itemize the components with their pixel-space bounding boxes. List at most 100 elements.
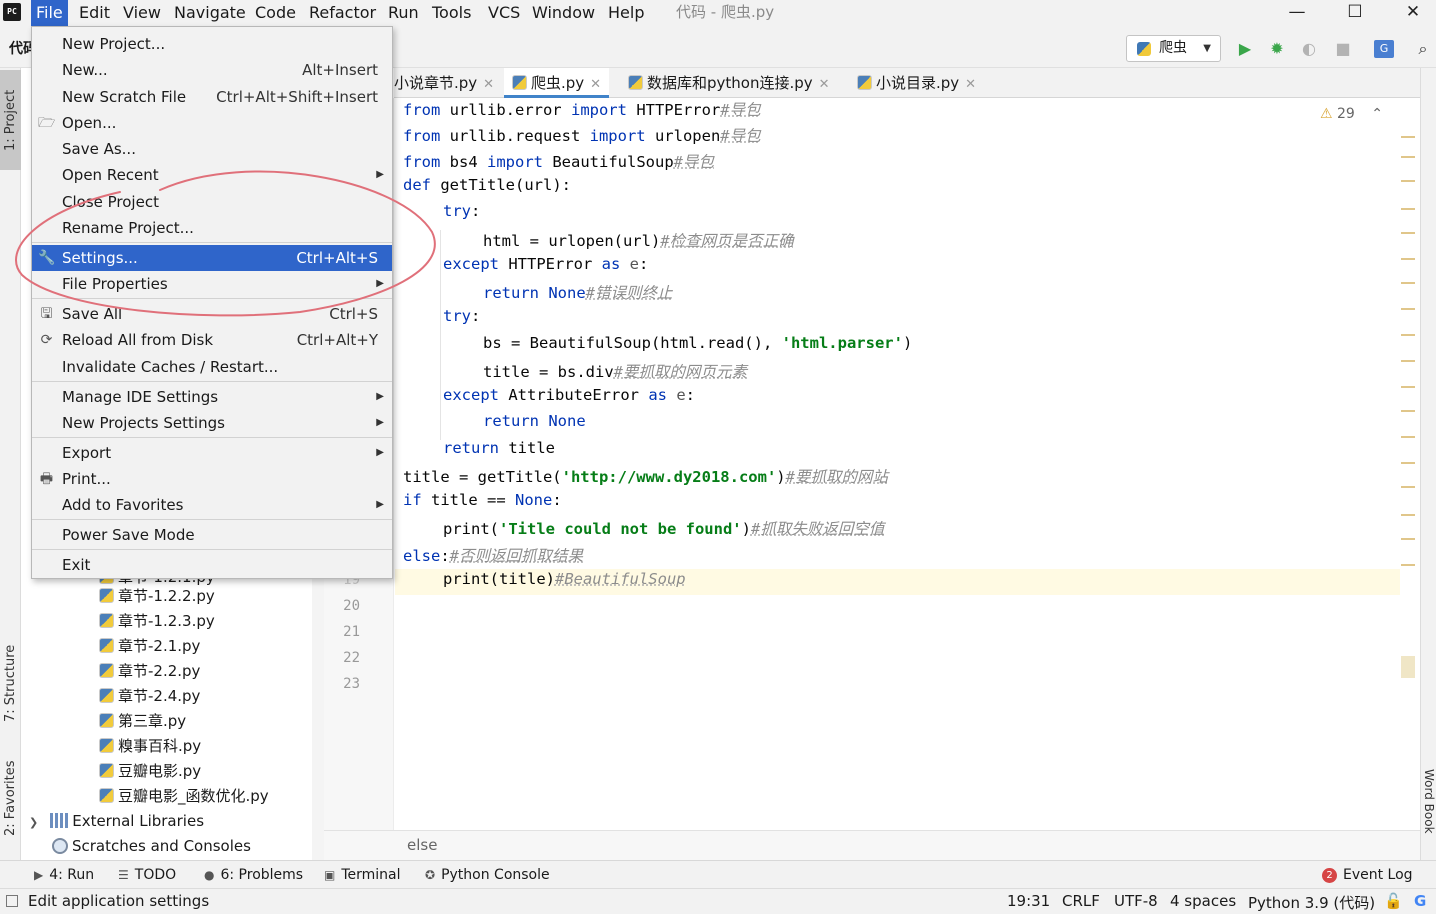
warning-marker[interactable] [1401,334,1415,336]
close-window-button[interactable]: ✕ [1384,0,1436,26]
maximize-button[interactable]: ☐ [1326,0,1384,26]
indent-setting[interactable]: 4 spaces [1170,892,1236,910]
tree-file-row[interactable]: 章节-2.4.py [99,684,200,709]
menu-run[interactable]: Run [383,0,424,26]
todo-tool-button[interactable]: ☰ TODO [118,861,176,889]
google-icon[interactable]: G [1414,892,1426,910]
layout-toggle-icon[interactable] [6,895,18,907]
menu-power-save-mode[interactable]: Power Save Mode [32,522,392,548]
menu-tools[interactable]: Tools [427,0,476,26]
tree-file-row[interactable]: 章节-2.2.py [99,659,200,684]
file-encoding[interactable]: UTF-8 [1114,892,1158,910]
tree-file-row[interactable]: 豆瓣电影_函数优化.py [99,784,269,809]
code-editor[interactable]: from urllib.error import HTTPError#导包 fr… [395,98,1400,830]
menu-vcs[interactable]: VCS [483,0,525,26]
menu-settings[interactable]: 🔧 Settings... Ctrl+Alt+S [32,245,392,271]
minimize-button[interactable]: — [1268,0,1326,26]
menu-print[interactable]: 🖶 Print... [32,466,392,492]
menu-file-properties[interactable]: File Properties ▶ [32,271,392,297]
menu-view[interactable]: View [118,0,166,26]
caret-position[interactable]: 19:31 [1007,892,1050,910]
warning-marker[interactable] [1401,258,1415,260]
terminal-tool-button[interactable]: ▣ Terminal [324,861,401,889]
tree-file-row[interactable]: 章节-2.1.py [99,634,200,659]
editor-tab[interactable]: 数据库和python连接.py ✕ [620,68,838,98]
word-book-tool-tab[interactable]: Word Book [1421,756,1436,846]
menu-exit[interactable]: Exit [32,552,392,578]
warning-marker[interactable] [1401,180,1415,182]
menu-add-to-favorites[interactable]: Add to Favorites ▶ [32,492,392,518]
translate-icon[interactable]: G [1374,40,1394,58]
chevron-right-icon[interactable]: ❯ [29,816,38,829]
warning-marker[interactable] [1401,514,1415,516]
run-icon[interactable]: ▶ [1236,40,1254,58]
menu-save-all[interactable]: 🖫 Save All Ctrl+S [32,301,392,327]
warning-marker[interactable] [1401,282,1415,284]
menu-file[interactable]: File [31,0,68,26]
event-log-tool-button[interactable]: 2 Event Log [1322,861,1413,889]
menu-new[interactable]: New... Alt+Insert [32,57,392,83]
tree-file-row[interactable]: 章节-1.2.3.py [99,609,215,634]
warning-marker[interactable] [1401,386,1415,388]
stop-icon[interactable]: ■ [1334,40,1352,58]
tree-file-row[interactable]: 章节-1.2.2.py [99,584,215,609]
warning-marker[interactable] [1401,208,1415,210]
menu-window[interactable]: Window [527,0,600,26]
structure-tool-tab[interactable]: 7: Structure [0,628,21,738]
problems-tool-button[interactable]: ● 6: Problems [204,861,303,889]
warning-marker[interactable] [1401,136,1415,138]
python-console-tool-button[interactable]: ✪ Python Console [425,861,550,889]
menu-export[interactable]: Export ▶ [32,440,392,466]
tree-scratches[interactable]: Scratches and Consoles [52,834,251,859]
menu-code[interactable]: Code [250,0,301,26]
tree-file-row[interactable]: 糗事百科.py [99,734,201,759]
breadcrumb[interactable]: else [407,836,437,854]
menu-manage-ide-settings[interactable]: Manage IDE Settings ▶ [32,384,392,410]
warning-marker[interactable] [1401,410,1415,412]
menu-navigate[interactable]: Navigate [169,0,251,26]
project-tool-tab[interactable]: 1: Project [0,70,21,170]
warning-marker[interactable] [1401,564,1415,566]
warning-marker[interactable] [1401,436,1415,438]
warning-marker[interactable] [1401,156,1415,158]
favorites-tool-tab[interactable]: 2: Favorites [0,748,21,848]
python-interpreter[interactable]: Python 3.9 (代码) [1248,892,1375,913]
chevron-up-icon[interactable]: ⌃ [1371,106,1383,122]
menu-invalidate-caches[interactable]: Invalidate Caches / Restart... [32,354,392,380]
close-tab-icon[interactable]: ✕ [965,77,976,92]
tree-file-row[interactable]: 豆瓣电影.py [99,759,201,784]
editor-tab[interactable]: 小说章节.py ✕ [386,68,502,98]
menu-edit[interactable]: Edit [74,0,115,26]
warning-marker[interactable] [1401,462,1415,464]
search-icon[interactable]: ⌕ [1414,40,1432,58]
menu-reload-all[interactable]: ⟳ Reload All from Disk Ctrl+Alt+Y [32,327,392,353]
scroll-thumb[interactable] [1401,656,1415,678]
menu-open-recent[interactable]: Open Recent ▶ [32,162,392,188]
line-separator[interactable]: CRLF [1062,892,1100,910]
close-tab-icon[interactable]: ✕ [483,77,494,92]
lock-icon[interactable]: 🔓 [1384,892,1403,910]
menu-close-project[interactable]: Close Project [32,189,392,215]
tree-file-row[interactable]: 第三章.py [99,709,186,734]
warning-marker[interactable] [1401,232,1415,234]
warning-marker[interactable] [1401,486,1415,488]
warning-marker[interactable] [1401,360,1415,362]
menu-new-project[interactable]: New Project... [32,31,392,57]
menu-open[interactable]: 🗁 Open... [32,110,392,136]
tree-external-libraries[interactable]: ❯ External Libraries [29,809,204,834]
error-stripe[interactable] [1400,98,1420,830]
run-tool-button[interactable]: ▶ 4: Run [34,861,94,889]
close-tab-icon[interactable]: ✕ [819,77,830,92]
menu-new-scratch-file[interactable]: New Scratch File Ctrl+Alt+Shift+Insert [32,84,392,110]
menu-new-projects-settings[interactable]: New Projects Settings ▶ [32,410,392,436]
debug-icon[interactable]: ✹ [1268,40,1286,58]
editor-tab[interactable]: 小说目录.py ✕ [849,68,984,98]
menu-rename-project[interactable]: Rename Project... [32,215,392,241]
editor-tab-active[interactable]: 爬虫.py ✕ [504,68,610,98]
warning-marker[interactable] [1401,308,1415,310]
menu-help[interactable]: Help [603,0,649,26]
run-config-selector[interactable]: 爬虫 ▼ [1126,35,1221,62]
menu-save-as[interactable]: Save As... [32,136,392,162]
menu-refactor[interactable]: Refactor [304,0,381,26]
coverage-icon[interactable]: ◐ [1300,40,1318,58]
